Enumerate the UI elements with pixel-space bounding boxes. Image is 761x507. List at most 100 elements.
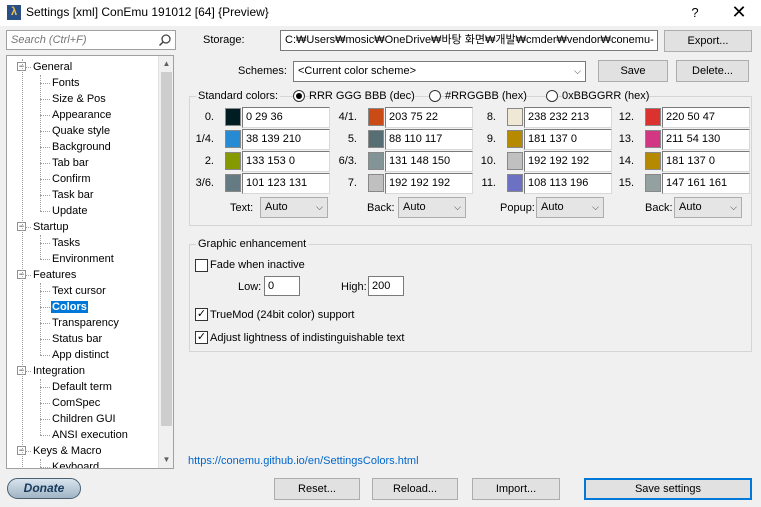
color-value-field[interactable]: 147 161 161 — [662, 173, 750, 194]
delete-scheme-button[interactable]: Delete... — [676, 60, 749, 82]
color-value-field[interactable]: 211 54 130 — [662, 129, 750, 150]
color-value-field[interactable]: 203 75 22 — [385, 107, 473, 128]
tree-content: General − Fonts Size & Pos Appearance Quake s… — [7, 56, 159, 468]
low-label: Low: — [238, 281, 262, 293]
low-value-input[interactable]: 0 — [264, 276, 300, 296]
format-bgr-radio[interactable] — [546, 90, 558, 102]
tree-item-ansi-execution[interactable]: ANSI execution — [51, 427, 129, 443]
tree-item-general[interactable]: General — [32, 59, 73, 75]
color-swatch[interactable] — [368, 108, 384, 126]
storage-path-field[interactable]: C:₩Users₩mosic₩OneDrive₩바탕 화면₩개발₩cmder₩v… — [280, 30, 658, 51]
format-hex-radio[interactable] — [429, 90, 441, 102]
color-value-field[interactable]: 131 148 150 — [385, 151, 473, 172]
scroll-thumb[interactable] — [161, 72, 172, 426]
close-button[interactable]: ✕ — [722, 2, 756, 24]
save-settings-button[interactable]: Save settings — [584, 478, 752, 500]
color-swatch[interactable] — [368, 152, 384, 170]
tree-item-quake-style[interactable]: Quake style — [51, 123, 111, 139]
color-value-field[interactable]: 220 50 47 — [662, 107, 750, 128]
color-swatch[interactable] — [645, 130, 661, 148]
color-swatch[interactable] — [507, 152, 523, 170]
tree-item-confirm[interactable]: Confirm — [51, 171, 92, 187]
color-value-field[interactable]: 192 192 192 — [524, 151, 612, 172]
scroll-up-arrow-icon[interactable]: ▲ — [159, 56, 173, 72]
tree-item-default-term[interactable]: Default term — [51, 379, 113, 395]
format-bgr-label: 0xBBGGRR (hex) — [562, 90, 650, 102]
color-swatch[interactable] — [368, 130, 384, 148]
color-swatch[interactable] — [645, 152, 661, 170]
search-icon[interactable] — [158, 33, 172, 47]
color-value-field[interactable]: 101 123 131 — [242, 173, 330, 194]
schemes-select[interactable]: <Current color scheme> ⌵ — [293, 61, 586, 82]
tree-item-colors[interactable]: Colors — [51, 299, 88, 315]
color-swatch[interactable] — [645, 108, 661, 126]
tree-item-children-gui[interactable]: Children GUI — [51, 411, 117, 427]
color-value-field[interactable]: 181 137 0 — [662, 151, 750, 172]
export-button[interactable]: Export... — [664, 30, 752, 52]
color-value-field[interactable]: 192 192 192 — [385, 173, 473, 194]
back-color-select[interactable]: Auto ⌵ — [398, 197, 466, 218]
tree-item-label: General — [33, 61, 73, 73]
popup-back-color-select[interactable]: Auto ⌵ — [674, 197, 742, 218]
color-swatch[interactable] — [368, 174, 384, 192]
color-swatch[interactable] — [645, 174, 661, 192]
help-button[interactable]: ? — [680, 3, 710, 23]
color-index-label: 8. — [486, 111, 496, 123]
tree-item-task-bar[interactable]: Task bar — [51, 187, 95, 203]
search-input[interactable] — [7, 31, 153, 49]
tree-connector — [26, 67, 31, 68]
color-value-field[interactable]: 108 113 196 — [524, 173, 612, 194]
tree-item-comspec[interactable]: ComSpec — [51, 395, 101, 411]
tree-item-text-cursor[interactable]: Text cursor — [51, 283, 107, 299]
tree-item-status-bar[interactable]: Status bar — [51, 331, 103, 347]
color-value-field[interactable]: 38 139 210 — [242, 129, 330, 150]
tree-item-app-distinct[interactable]: App distinct — [51, 347, 110, 363]
tree-item-startup[interactable]: Startup — [32, 219, 69, 235]
tree-item-features[interactable]: Features — [32, 267, 77, 283]
tree-item-appearance[interactable]: Appearance — [51, 107, 112, 123]
help-link[interactable]: https://conemu.github.io/en/SettingsColo… — [188, 455, 419, 467]
popup-color-select[interactable]: Auto ⌵ — [536, 197, 604, 218]
tree-item-tab-bar[interactable]: Tab bar — [51, 155, 90, 171]
tree-connector — [40, 163, 50, 164]
color-swatch[interactable] — [507, 108, 523, 126]
color-value-field[interactable]: 133 153 0 — [242, 151, 330, 172]
tree-item-tasks[interactable]: Tasks — [51, 235, 81, 251]
high-value-input[interactable]: 200 — [368, 276, 404, 296]
scroll-down-arrow-icon[interactable]: ▼ — [159, 452, 173, 468]
color-swatch[interactable] — [507, 174, 523, 192]
color-swatch[interactable] — [225, 152, 241, 170]
color-value-field[interactable]: 88 110 117 — [385, 129, 473, 150]
tree-item-label: Transparency — [52, 317, 119, 329]
tree-item-update[interactable]: Update — [51, 203, 88, 219]
tree-connector — [40, 179, 50, 180]
tree-item-keyboard[interactable]: Keyboard — [51, 459, 100, 468]
adjust-lightness-checkbox[interactable]: ✓ — [195, 331, 208, 344]
tree-item-keys-macro[interactable]: Keys & Macro — [32, 443, 102, 459]
truemod-checkbox[interactable]: ✓ — [195, 308, 208, 321]
reset-button[interactable]: Reset... — [274, 478, 360, 500]
donate-button[interactable]: Donate — [7, 478, 81, 499]
tree-item-size-pos[interactable]: Size & Pos — [51, 91, 107, 107]
popup-back-color-label: Back: — [645, 202, 673, 214]
save-scheme-button[interactable]: Save — [598, 60, 668, 82]
import-button[interactable]: Import... — [472, 478, 560, 500]
color-swatch[interactable] — [507, 130, 523, 148]
tree-item-fonts[interactable]: Fonts — [51, 75, 81, 91]
fade-inactive-checkbox[interactable] — [195, 259, 208, 272]
tree-item-background[interactable]: Background — [51, 139, 112, 155]
tree-scrollbar[interactable]: ▲ ▼ — [158, 56, 173, 468]
tree-item-integration[interactable]: Integration — [32, 363, 86, 379]
tree-item-environment[interactable]: Environment — [51, 251, 115, 267]
tree-item-transparency[interactable]: Transparency — [51, 315, 120, 331]
format-dec-radio[interactable] — [293, 90, 305, 102]
color-value-field[interactable]: 0 29 36 — [242, 107, 330, 128]
color-swatch[interactable] — [225, 130, 241, 148]
color-swatch[interactable] — [225, 174, 241, 192]
tree-connector — [40, 211, 50, 212]
color-swatch[interactable] — [225, 108, 241, 126]
color-value-field[interactable]: 238 232 213 — [524, 107, 612, 128]
color-value-field[interactable]: 181 137 0 — [524, 129, 612, 150]
reload-button[interactable]: Reload... — [372, 478, 458, 500]
text-color-select[interactable]: Auto ⌵ — [260, 197, 328, 218]
